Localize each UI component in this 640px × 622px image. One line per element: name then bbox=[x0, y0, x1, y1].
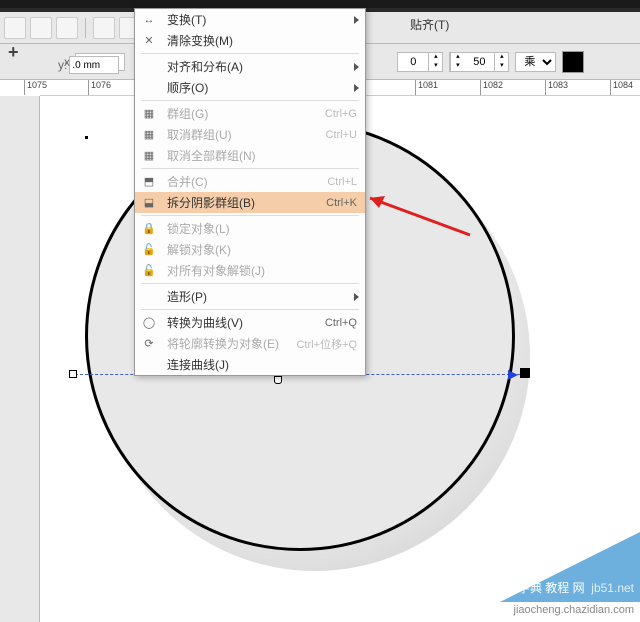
menu-icon: 🔓 bbox=[141, 263, 157, 279]
color-swatch[interactable] bbox=[562, 51, 584, 73]
submenu-arrow-icon bbox=[354, 84, 359, 92]
menu-item: ⬒合并(C)Ctrl+L bbox=[135, 171, 365, 192]
blend-select[interactable]: 乘 bbox=[515, 52, 556, 72]
menu-item[interactable]: 顺序(O) bbox=[135, 77, 365, 98]
menu-item[interactable]: ↔变换(T) bbox=[135, 9, 365, 30]
snap-label[interactable]: 贴齐(T) bbox=[410, 16, 449, 33]
menu-icon bbox=[141, 289, 157, 305]
shadow-end-handle[interactable] bbox=[520, 368, 530, 378]
menu-icon: ⟳ bbox=[141, 336, 157, 352]
spin-a[interactable]: ▴▾ bbox=[397, 52, 443, 72]
menu-icon: ⬓ bbox=[141, 195, 157, 211]
toolbox bbox=[0, 96, 40, 622]
y-input[interactable] bbox=[69, 56, 119, 74]
menu-icon: ↔ bbox=[141, 12, 157, 28]
menu-item[interactable]: ◯转换为曲线(V)Ctrl+Q bbox=[135, 312, 365, 333]
direction-arrow-icon bbox=[508, 370, 518, 380]
watermark-text: 查字典 教程 网 jb51.net bbox=[506, 579, 634, 596]
cut-button[interactable] bbox=[93, 17, 115, 39]
menu-item: ⟳将轮廓转换为对象(E)Ctrl+位移+Q bbox=[135, 333, 365, 354]
menu-item[interactable]: 连接曲线(J) bbox=[135, 354, 365, 375]
submenu-arrow-icon bbox=[354, 16, 359, 24]
shadow-mid-handle[interactable] bbox=[274, 376, 282, 384]
menu-item: 🔓解锁对象(K) bbox=[135, 239, 365, 260]
watermark-url: jiaocheng.chazidian.com bbox=[514, 604, 634, 616]
spin-b[interactable]: ▴▾ ▴▾ bbox=[449, 52, 509, 72]
new-button[interactable] bbox=[4, 17, 26, 39]
add-tool-icon[interactable]: + bbox=[8, 42, 19, 63]
menu-icon: 🔓 bbox=[141, 242, 157, 258]
menu-icon bbox=[141, 80, 157, 96]
y-coord: y: bbox=[58, 56, 119, 74]
menu-icon: ▦ bbox=[141, 127, 157, 143]
menu-icon: ▦ bbox=[141, 148, 157, 164]
menu-icon bbox=[141, 59, 157, 75]
menu-icon bbox=[141, 357, 157, 373]
menu-item: ▦取消全部群组(N) bbox=[135, 145, 365, 166]
menu-icon: ▦ bbox=[141, 106, 157, 122]
menu-item: 🔓对所有对象解锁(J) bbox=[135, 260, 365, 281]
menu-item[interactable]: ✕清除变换(M) bbox=[135, 30, 365, 51]
arrange-menu: ↔变换(T)✕清除变换(M)对齐和分布(A)顺序(O)▦群组(G)Ctrl+G▦… bbox=[134, 8, 366, 376]
shadow-start-handle[interactable] bbox=[69, 370, 77, 378]
save-button[interactable] bbox=[56, 17, 78, 39]
menu-item[interactable]: 造形(P) bbox=[135, 286, 365, 307]
menu-item[interactable]: 对齐和分布(A) bbox=[135, 56, 365, 77]
submenu-arrow-icon bbox=[354, 293, 359, 301]
submenu-arrow-icon bbox=[354, 63, 359, 71]
menu-item[interactable]: ⬓拆分阴影群组(B)Ctrl+K bbox=[135, 192, 365, 213]
menu-icon: ✕ bbox=[141, 33, 157, 49]
menu-item: ▦群组(G)Ctrl+G bbox=[135, 103, 365, 124]
menu-item: 🔒锁定对象(L) bbox=[135, 218, 365, 239]
menu-icon: ◯ bbox=[141, 315, 157, 331]
menu-item: ▦取消群组(U)Ctrl+U bbox=[135, 124, 365, 145]
menu-icon: 🔒 bbox=[141, 221, 157, 237]
open-button[interactable] bbox=[30, 17, 52, 39]
menu-icon: ⬒ bbox=[141, 174, 157, 190]
